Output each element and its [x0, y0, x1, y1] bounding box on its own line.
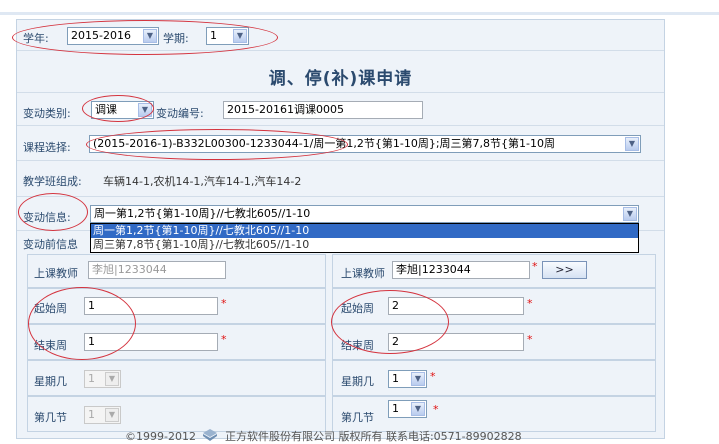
change-info-option[interactable]: 周一第1,2节{第1-10周}//七教北605//1-10 [91, 224, 638, 238]
term-filter-row: 学年: 2015-2016 ▼ 学期: 1 ▼ [17, 20, 664, 51]
after-weekday-select[interactable]: 1 ▼ [388, 370, 427, 388]
change-info-label: 变动信息: [23, 211, 71, 224]
change-info-select-value: 周一第1,2节{第1-10周}//七教北605//1-10 [94, 207, 311, 220]
chevron-down-icon: ▼ [411, 402, 425, 416]
course-select-value: (2015-2016-1)-B332L00300-1233044-1/周一第1,… [93, 137, 555, 150]
before-end-week-field[interactable]: 1 [84, 333, 218, 351]
required-mark: * [527, 297, 533, 310]
class-composition-label: 教学班组成: [23, 175, 82, 188]
change-info-select[interactable]: 周一第1,2节{第1-10周}//七教北605//1-10 ▼ [90, 205, 639, 223]
change-type-label: 变动类别: [23, 107, 71, 120]
change-number-label: 变动编号: [156, 107, 204, 120]
course-row: 课程选择: (2015-2016-1)-B332L00300-1233044-1… [17, 125, 664, 161]
before-teacher-field: 李旭|1233044 [88, 261, 226, 279]
footer-copyright: ©1999-2012 [125, 430, 196, 443]
after-start-week-box: 起始周 2 * [332, 288, 656, 324]
before-period-value: 1 [88, 408, 95, 421]
after-teacher-field[interactable]: 李旭|1233044 [392, 261, 530, 279]
footer: ©1999-2012 正方软件股份有限公司 版权所有 联系电话:0571-899… [125, 428, 522, 444]
footer-company: 正方软件股份有限公司 [224, 430, 335, 443]
course-label: 课程选择: [23, 141, 71, 154]
after-end-week-label: 结束周 [341, 339, 374, 352]
after-teacher-label: 上课教师 [341, 267, 385, 280]
chevron-down-icon: ▼ [623, 207, 637, 221]
year-select[interactable]: 2015-2016 ▼ [67, 27, 159, 45]
chevron-down-icon: ▼ [233, 29, 247, 43]
required-mark: * [430, 370, 436, 383]
term-select[interactable]: 1 ▼ [206, 27, 249, 45]
after-period-select[interactable]: 1 ▼ [388, 400, 427, 418]
before-start-week-label: 起始周 [34, 302, 67, 315]
before-period-select: 1 ▼ [84, 406, 121, 424]
footer-rights: 版权所有 [338, 430, 383, 443]
company-logo-icon [203, 429, 218, 441]
term-select-value: 1 [210, 29, 217, 42]
required-mark: * [532, 260, 538, 273]
required-mark: * [527, 333, 533, 346]
before-weekday-select: 1 ▼ [84, 370, 121, 388]
course-select[interactable]: (2015-2016-1)-B332L00300-1233044-1/周一第1,… [89, 135, 641, 153]
change-info-dropdown-list: 周一第1,2节{第1-10周}//七教北605//1-10 周三第7,8节{第1… [90, 223, 639, 253]
before-start-week-field[interactable]: 1 [84, 297, 218, 315]
change-type-select[interactable]: 调课 ▼ [91, 101, 154, 119]
before-weekday-label: 星期几 [34, 375, 67, 388]
after-weekday-box: 星期几 1 ▼ * [332, 360, 656, 396]
class-composition-row: 教学班组成: 车辆14-1,农机14-1,汽车14-1,汽车14-2 [17, 160, 664, 197]
after-end-week-field[interactable]: 2 [388, 333, 524, 351]
after-period-box: 第几节 1 ▼ * [332, 396, 656, 432]
after-start-week-field[interactable]: 2 [388, 297, 524, 315]
pick-teacher-button[interactable]: >> [542, 261, 587, 279]
after-end-week-value: 2 [392, 335, 399, 348]
after-end-week-box: 结束周 2 * [332, 324, 656, 360]
change-number-field[interactable]: 2015-20161调课0005 [223, 101, 423, 119]
required-mark: * [221, 333, 227, 346]
before-teacher-value: 李旭|1233044 [92, 263, 167, 276]
year-select-value: 2015-2016 [71, 29, 131, 42]
required-mark: * [221, 297, 227, 310]
after-period-value: 1 [392, 402, 399, 415]
footer-phone: 联系电话:0571-89902828 [385, 430, 522, 443]
before-weekday-value: 1 [88, 372, 95, 385]
before-start-week-value: 1 [88, 299, 95, 312]
class-composition-value: 车辆14-1,农机14-1,汽车14-1,汽车14-2 [103, 175, 302, 188]
before-teacher-box: 上课教师 李旭|1233044 [27, 254, 326, 288]
before-teacher-label: 上课教师 [34, 267, 78, 280]
chevron-down-icon: ▼ [105, 372, 119, 386]
chevron-down-icon: ▼ [411, 372, 425, 386]
after-teacher-value: 李旭|1233044 [396, 263, 471, 276]
page-title: 调、停(补)课申请 [268, 69, 413, 89]
term-label: 学期: [163, 32, 189, 45]
chevron-down-icon: ▼ [143, 29, 157, 43]
after-start-week-label: 起始周 [341, 302, 374, 315]
chevron-down-icon: ▼ [138, 103, 152, 117]
application-form: 学年: 2015-2016 ▼ 学期: 1 ▼ 调、停(补)课申请 变动类别: … [16, 19, 665, 439]
change-type-value: 调课 [95, 103, 117, 116]
before-weekday-box: 星期几 1 ▼ [27, 360, 326, 396]
before-period-label: 第几节 [34, 411, 67, 424]
change-number-value: 2015-20161调课0005 [227, 103, 344, 116]
after-weekday-label: 星期几 [341, 375, 374, 388]
before-start-week-box: 起始周 1 * [27, 288, 326, 324]
before-end-week-box: 结束周 1 * [27, 324, 326, 360]
before-end-week-label: 结束周 [34, 339, 67, 352]
change-info-option[interactable]: 周三第7,8节{第1-10周}//七教北605//1-10 [91, 238, 638, 252]
top-border [0, 12, 719, 15]
required-mark: * [433, 403, 439, 416]
change-type-row: 变动类别: 调课 ▼ 变动编号: 2015-20161调课0005 [17, 92, 664, 126]
before-end-week-value: 1 [88, 335, 95, 348]
after-weekday-value: 1 [392, 372, 399, 385]
after-period-label: 第几节 [341, 411, 374, 424]
after-start-week-value: 2 [392, 299, 399, 312]
chevron-down-icon: ▼ [625, 137, 639, 151]
chevron-down-icon: ▼ [105, 408, 119, 422]
year-label: 学年: [23, 32, 49, 45]
before-section-label: 变动前信息 [23, 238, 78, 251]
after-teacher-box: 上课教师 李旭|1233044 * >> [332, 254, 656, 288]
before-period-box: 第几节 1 ▼ [27, 396, 326, 432]
